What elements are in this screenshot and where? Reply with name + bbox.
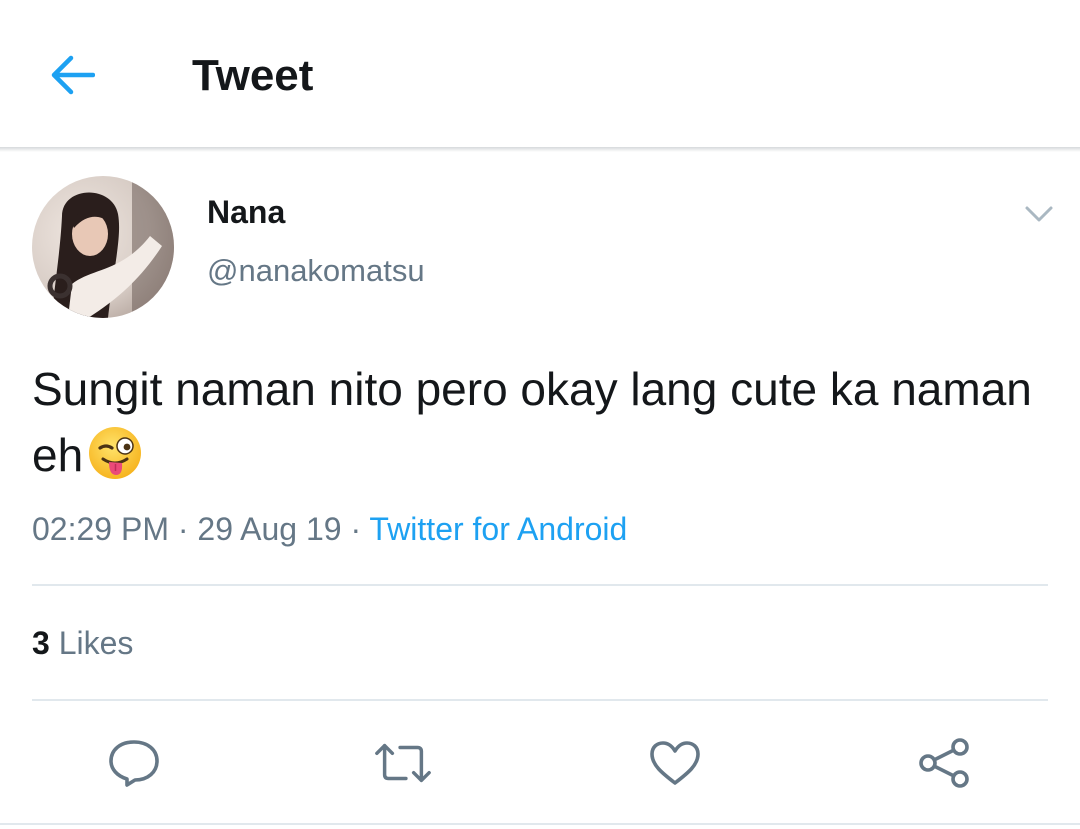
heart-icon bbox=[650, 741, 700, 785]
divider bbox=[32, 699, 1048, 701]
tweet-meta: 02:29 PM · 29 Aug 19 · Twitter for Andro… bbox=[32, 508, 627, 550]
likes-stat[interactable]: 3 Likes bbox=[32, 623, 133, 663]
more-options-button[interactable] bbox=[1018, 196, 1060, 232]
reply-button[interactable] bbox=[104, 735, 164, 791]
likes-count: 3 bbox=[32, 625, 50, 661]
author-handle[interactable]: @nanakomatsu bbox=[207, 252, 425, 290]
retweet-button[interactable] bbox=[373, 735, 433, 791]
meta-separator: · bbox=[177, 511, 189, 547]
app-header: Tweet bbox=[0, 0, 1080, 147]
tweet-body: Sungit naman nito pero okay lang cute ka… bbox=[32, 363, 1032, 481]
header-divider bbox=[0, 147, 1080, 152]
divider bbox=[32, 584, 1048, 586]
likes-label: Likes bbox=[58, 625, 134, 661]
page-title: Tweet bbox=[192, 51, 314, 100]
tweet-text: Sungit naman nito pero okay lang cute ka… bbox=[32, 356, 1032, 488]
tweet-date: 29 Aug 19 bbox=[197, 511, 342, 547]
arrow-left-icon bbox=[51, 55, 95, 95]
tweet-time: 02:29 PM bbox=[32, 511, 169, 547]
bottom-divider bbox=[0, 823, 1080, 825]
avatar[interactable] bbox=[32, 176, 174, 318]
meta-separator: · bbox=[350, 511, 362, 547]
back-button[interactable] bbox=[44, 50, 100, 100]
retweet-icon bbox=[375, 743, 431, 783]
author-name[interactable]: Nana bbox=[207, 193, 285, 231]
winking-face-with-tongue-emoji bbox=[89, 426, 142, 479]
share-button[interactable] bbox=[914, 735, 974, 791]
chevron-down-icon bbox=[1025, 206, 1053, 222]
share-icon bbox=[919, 738, 969, 788]
tweet-detail-screen: Tweet Nana @nanakomatsu Sungit naman nit… bbox=[0, 0, 1080, 829]
like-button[interactable] bbox=[645, 735, 705, 791]
avatar-photo bbox=[32, 176, 174, 318]
reply-icon bbox=[109, 740, 159, 787]
tweet-source-link[interactable]: Twitter for Android bbox=[369, 511, 627, 547]
